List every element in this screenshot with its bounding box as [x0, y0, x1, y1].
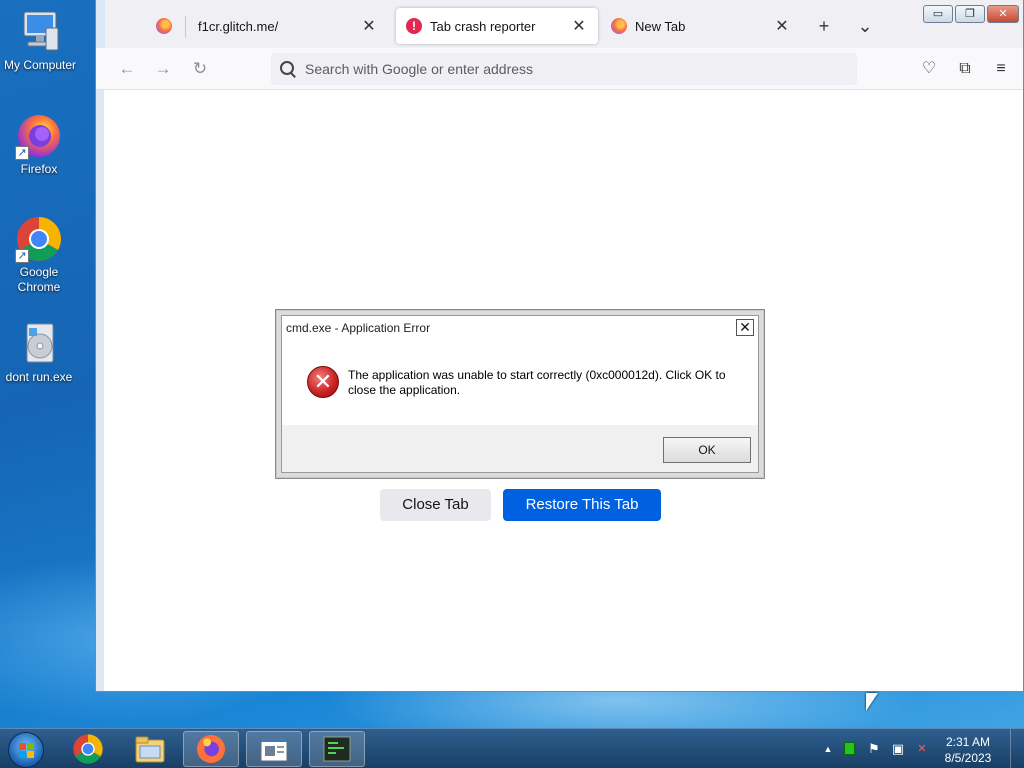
- close-icon[interactable]: ✕: [570, 16, 588, 36]
- firefox-icon: ↗: [15, 112, 63, 160]
- mouse-cursor-icon: [866, 693, 878, 711]
- firefox-icon: [611, 18, 627, 34]
- minimize-button[interactable]: ▭: [923, 5, 953, 23]
- windows-logo-icon: [19, 743, 35, 759]
- taskbar-explorer[interactable]: [122, 731, 178, 767]
- network-icon[interactable]: ▣: [890, 741, 906, 757]
- action-center-flag-icon[interactable]: ⚑: [866, 741, 882, 757]
- reload-button[interactable]: ↻: [188, 57, 212, 81]
- desktop-icon-label: My Computer: [3, 58, 77, 72]
- clock-date: 8/5/2023: [944, 751, 992, 765]
- cmd-icon: [323, 736, 351, 762]
- tab-title: f1cr.glitch.me/: [198, 18, 279, 34]
- clock[interactable]: 2:31 AM 8/5/2023: [938, 734, 998, 766]
- dialog-body: ✕ The application was unable to start co…: [282, 340, 758, 425]
- tab-title: Tab crash reporter: [430, 18, 536, 34]
- taskbar-notepad[interactable]: [246, 731, 302, 767]
- tray-app-icon[interactable]: [844, 742, 855, 755]
- dialog-footer: OK: [282, 425, 758, 472]
- show-desktop-button[interactable]: [1010, 729, 1024, 768]
- installer-icon: [15, 320, 63, 368]
- new-tab-button[interactable]: +: [812, 14, 836, 38]
- dialog-message: The application was unable to start corr…: [348, 368, 726, 397]
- url-bar[interactable]: Search with Google or enter address: [271, 53, 857, 85]
- shortcut-arrow-icon: ↗: [15, 249, 29, 263]
- error-icon: ✕: [307, 366, 339, 398]
- desktop-icon-label: Google Chrome: [17, 265, 61, 294]
- close-icon[interactable]: ✕: [773, 16, 791, 36]
- desktop-icon-dont-run[interactable]: dont run.exe: [0, 320, 79, 385]
- nav-bar: ← → ↻ Search with Google or enter addres…: [96, 48, 1023, 90]
- system-tray: ▲ ⚑ ▣ ✕ 2:31 AM 8/5/2023: [804, 729, 1024, 768]
- dialog-close-button[interactable]: ✕: [736, 319, 754, 336]
- app-menu-button[interactable]: ≡: [989, 57, 1013, 81]
- restore-tab-button[interactable]: Restore This Tab: [503, 489, 661, 521]
- taskbar-cmd[interactable]: [309, 731, 365, 767]
- close-tab-button[interactable]: Close Tab: [380, 489, 491, 521]
- explorer-icon: [135, 736, 165, 763]
- tab-f1cr[interactable]: f1cr.glitch.me/ ✕: [188, 8, 388, 44]
- tab-crash-reporter[interactable]: ! Tab crash reporter ✕: [396, 8, 598, 44]
- firefox-icon: [156, 18, 172, 34]
- clock-time: 2:31 AM: [945, 735, 991, 749]
- volume-muted-icon[interactable]: ✕: [914, 741, 930, 757]
- tab-strip: f1cr.glitch.me/ ✕ ! Tab crash reporter ✕…: [96, 0, 1023, 48]
- dialog-title: cmd.exe - Application Error: [286, 321, 431, 335]
- computer-icon: [16, 8, 64, 56]
- taskbar-chrome[interactable]: [60, 731, 116, 767]
- extensions-button[interactable]: ⧉: [953, 57, 977, 81]
- warning-icon: !: [406, 18, 422, 34]
- chrome-icon: [73, 734, 103, 764]
- tab-pinned-firefox[interactable]: [146, 8, 186, 44]
- tab-separator: [185, 16, 186, 38]
- forward-button[interactable]: →: [151, 57, 175, 81]
- dialog-frame: cmd.exe - Application Error ✕ ✕ The appl…: [281, 315, 759, 473]
- start-button[interactable]: [8, 732, 44, 768]
- desktop-icon-my-computer[interactable]: My Computer: [0, 8, 80, 73]
- close-icon[interactable]: ✕: [360, 16, 378, 36]
- pocket-button[interactable]: ♡: [917, 57, 941, 81]
- desktop-icon-label: Firefox: [20, 162, 58, 176]
- url-placeholder: Search with Google or enter address: [305, 61, 534, 77]
- tab-new-tab[interactable]: New Tab ✕: [601, 8, 801, 44]
- taskbar: ▲ ⚑ ▣ ✕ 2:31 AM 8/5/2023: [0, 728, 1024, 768]
- ok-button[interactable]: OK: [663, 437, 751, 463]
- desktop-icon-label: dont run.exe: [5, 370, 73, 384]
- back-button[interactable]: ←: [115, 57, 139, 81]
- restore-button[interactable]: ❐: [955, 5, 985, 23]
- close-window-button[interactable]: ✕: [987, 5, 1019, 23]
- shortcut-arrow-icon: ↗: [15, 146, 29, 160]
- application-error-dialog: cmd.exe - Application Error ✕ ✕ The appl…: [275, 309, 765, 479]
- chrome-icon: ↗: [15, 215, 63, 263]
- tabstrip-corner: [96, 0, 105, 48]
- tray-overflow-icon[interactable]: ▲: [820, 741, 836, 757]
- list-all-tabs-button[interactable]: ⌄: [853, 14, 877, 38]
- firefox-icon: [197, 735, 225, 763]
- desktop-icon-chrome[interactable]: ↗ Google Chrome: [0, 215, 79, 295]
- notepad-icon: [260, 736, 288, 762]
- search-icon: [279, 60, 297, 78]
- desktop-icon-firefox[interactable]: ↗ Firefox: [0, 112, 79, 177]
- window-controls: ▭ ❐ ✕: [923, 5, 1019, 23]
- taskbar-firefox[interactable]: [183, 731, 239, 767]
- tab-title: New Tab: [635, 18, 686, 34]
